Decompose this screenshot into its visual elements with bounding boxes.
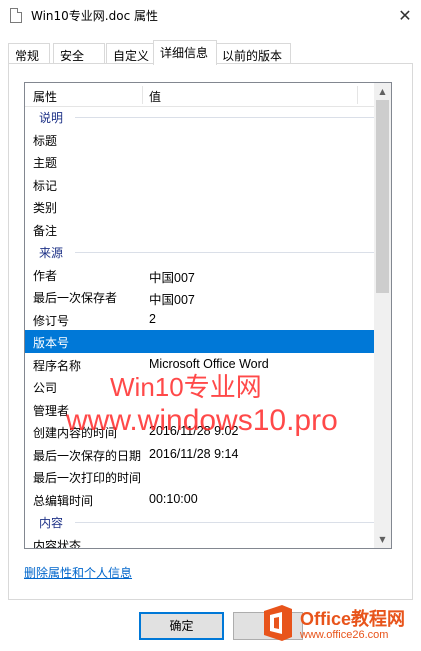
property-name: 内容状态: [33, 538, 82, 549]
property-row[interactable]: 最后一次保存的日期 2016/11/28 9:14: [25, 443, 375, 466]
vertical-scrollbar[interactable]: ▲ ▼: [374, 83, 391, 548]
window-title: Win10专业网.doc 属性: [31, 9, 158, 23]
property-rows: 说明 标题 主题 标记 类别 备注 来源 作者 中国007 最后一次保存者 中国007 修订号 2 版本号…: [25, 105, 375, 549]
property-name: 版本号: [33, 336, 70, 350]
property-list[interactable]: 属性 值 说明 标题 主题 标记 类别 备注 来源 作者 中国007 最后一次保存者 中国007 修订…: [24, 82, 392, 549]
property-value[interactable]: 中国007: [149, 289, 195, 308]
property-name: 总编辑时间: [33, 493, 94, 508]
document-icon: [10, 8, 22, 23]
property-name: 管理者: [33, 403, 70, 418]
scroll-up-icon[interactable]: ▲: [374, 83, 391, 100]
property-row[interactable]: 程序名称 Microsoft Office Word: [25, 353, 375, 376]
office-logo-icon: [264, 605, 292, 641]
property-name: 类别: [33, 201, 58, 215]
property-name: 最后一次保存的日期: [33, 448, 142, 463]
office-logo: Office教程网 www.office26.com: [260, 603, 418, 647]
column-divider[interactable]: [357, 86, 358, 104]
column-header-value[interactable]: 值: [149, 88, 161, 105]
property-value[interactable]: 2: [149, 312, 156, 326]
property-name: 公司: [33, 381, 58, 395]
ok-button[interactable]: 确定: [139, 612, 224, 640]
property-row[interactable]: 标记: [25, 173, 375, 196]
remove-properties-link[interactable]: 删除属性和个人信息: [24, 564, 132, 581]
property-name: 作者: [33, 268, 58, 283]
property-row[interactable]: 管理者: [25, 398, 375, 421]
property-value[interactable]: 00:10:00: [149, 492, 198, 506]
column-divider[interactable]: [142, 86, 143, 104]
property-name: 备注: [33, 223, 58, 238]
title-bar: Win10专业网.doc 属性 ✕: [0, 0, 421, 31]
property-row[interactable]: 主题: [25, 150, 375, 173]
group-divider: [75, 252, 375, 253]
list-header: 属性 值: [25, 83, 375, 107]
property-row[interactable]: 修订号 2: [25, 308, 375, 331]
property-value[interactable]: Microsoft Office Word: [149, 357, 269, 371]
tab-previous-versions[interactable]: 以前的版本: [215, 43, 291, 64]
property-row[interactable]: 版本号: [25, 330, 375, 353]
property-value[interactable]: 2016/11/28 9:14: [149, 447, 238, 461]
column-header-property[interactable]: 属性: [33, 88, 57, 105]
property-name: 程序名称: [33, 358, 82, 373]
tab-strip: 常规 安全 自定义 详细信息 以前的版本: [8, 40, 413, 65]
property-row[interactable]: 标题: [25, 128, 375, 151]
group-header[interactable]: 来源: [25, 240, 375, 263]
group-label: 说明: [39, 111, 64, 125]
group-header[interactable]: 说明: [25, 105, 375, 128]
group-label: 来源: [39, 246, 64, 260]
scroll-down-icon[interactable]: ▼: [374, 531, 391, 548]
group-label: 内容: [39, 516, 64, 530]
group-divider: [75, 522, 375, 523]
scroll-thumb[interactable]: [376, 100, 389, 293]
property-row[interactable]: 作者 中国007: [25, 263, 375, 286]
close-button[interactable]: ✕: [389, 0, 421, 31]
property-row[interactable]: 内容状态: [25, 533, 375, 549]
group-header[interactable]: 内容: [25, 510, 375, 533]
property-name: 主题: [33, 156, 58, 170]
property-row[interactable]: 备注: [25, 218, 375, 241]
property-value[interactable]: 中国007: [149, 267, 195, 286]
property-value[interactable]: 2016/11/28 9:02: [149, 424, 238, 438]
logo-brand: Office教程网: [300, 609, 406, 629]
tab-details[interactable]: 详细信息: [153, 40, 217, 65]
property-name: 最后一次保存者: [33, 291, 118, 305]
property-row[interactable]: 最后一次打印的时间: [25, 465, 375, 488]
group-divider: [75, 117, 375, 118]
tab-general[interactable]: 常规: [8, 43, 50, 64]
property-name: 修订号: [33, 313, 70, 328]
property-row[interactable]: 类别: [25, 195, 375, 218]
property-row[interactable]: 最后一次保存者 中国007: [25, 285, 375, 308]
logo-url: www.office26.com: [300, 629, 389, 641]
property-name: 最后一次打印的时间: [33, 471, 142, 485]
property-name: 创建内容的时间: [33, 426, 118, 440]
property-name: 标记: [33, 178, 58, 193]
tab-security[interactable]: 安全: [53, 43, 105, 64]
property-row[interactable]: 公司: [25, 375, 375, 398]
property-name: 标题: [33, 133, 58, 148]
tab-custom[interactable]: 自定义: [106, 43, 156, 64]
property-row[interactable]: 创建内容的时间 2016/11/28 9:02: [25, 420, 375, 443]
property-row[interactable]: 总编辑时间 00:10:00: [25, 488, 375, 511]
